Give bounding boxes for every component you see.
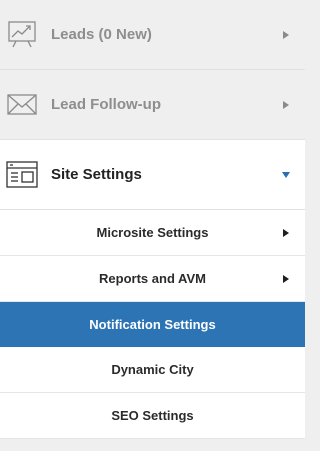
submenu-item-reports-and-avm[interactable]: Reports and AVM [0, 256, 305, 302]
menu-item-site-settings[interactable]: Site Settings [0, 140, 305, 210]
menu-item-lead-follow-up[interactable]: Lead Follow-up [0, 70, 305, 140]
menu-item-site-settings-label: Site Settings [51, 166, 142, 183]
submenu-item-label: Dynamic City [111, 362, 194, 377]
chevron-right-icon [283, 30, 289, 39]
submenu-item-dynamic-city[interactable]: Dynamic City [0, 347, 305, 393]
chevron-right-icon [283, 274, 289, 283]
menu-item-leads[interactable]: Leads (0 New) [0, 0, 305, 70]
submenu-item-notification-settings[interactable]: Notification Settings [0, 302, 305, 348]
submenu-item-label: Reports and AVM [99, 271, 206, 286]
menu-item-leads-label: Leads (0 New) [51, 26, 152, 43]
chevron-down-icon [282, 171, 290, 178]
browser-window-icon [6, 160, 38, 195]
trend-chart-icon [6, 18, 38, 55]
chevron-right-icon [283, 100, 289, 109]
submenu-item-label: Microsite Settings [96, 225, 209, 240]
menu-item-lead-follow-up-label: Lead Follow-up [51, 96, 161, 113]
submenu-item-microsite-settings[interactable]: Microsite Settings [0, 210, 305, 256]
submenu-item-seo-settings[interactable]: SEO Settings [0, 393, 305, 439]
envelope-icon [6, 92, 38, 123]
submenu-item-label: Notification Settings [89, 317, 216, 332]
sidebar-nav: Leads (0 New) Lead Follow-up Site Settin… [0, 0, 305, 451]
chevron-right-icon [283, 228, 289, 237]
submenu-item-label: SEO Settings [111, 408, 194, 423]
